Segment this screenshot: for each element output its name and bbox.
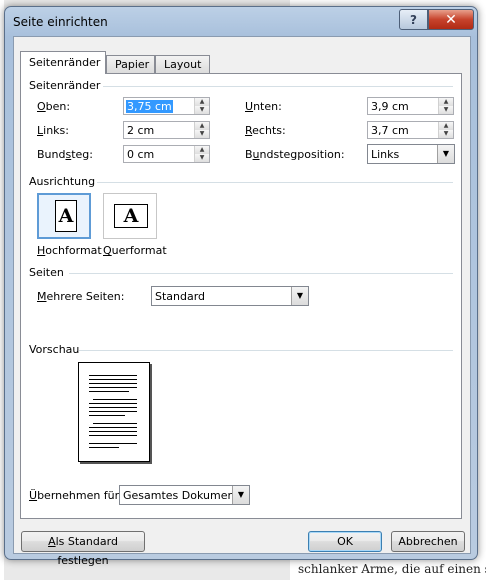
group-label-seiten: Seiten bbox=[29, 266, 64, 279]
chevron-down-icon[interactable]: ▼ bbox=[437, 145, 454, 163]
rechts-spinner[interactable]: 3,7 cm ▲ ▼ bbox=[367, 121, 454, 139]
divider bbox=[97, 182, 453, 183]
dialog-titlebar[interactable]: Seite einrichten ? ✕ bbox=[5, 7, 477, 33]
mehrere-seiten-value: Standard bbox=[155, 290, 206, 303]
label-mehrere-seiten: Mehrere Seiten: bbox=[37, 290, 125, 303]
chevron-down-icon[interactable]: ▼ bbox=[232, 486, 249, 504]
page-setup-dialog: Seite einrichten ? ✕ Seitenränder Papier… bbox=[4, 6, 478, 567]
background-document-text: schlanker Arme, die auf einen sta bbox=[298, 562, 486, 576]
tab-layout[interactable]: Layout bbox=[155, 55, 210, 73]
cancel-label: Abbrechen bbox=[398, 535, 458, 548]
rechts-value[interactable]: 3,7 cm bbox=[371, 124, 409, 137]
ok-button[interactable]: OK bbox=[308, 531, 382, 552]
oben-spinner[interactable]: 3,75 cm ▲ ▼ bbox=[123, 97, 210, 115]
dialog-title: Seite einrichten bbox=[13, 15, 108, 29]
spin-down-icon[interactable]: ▼ bbox=[439, 106, 453, 114]
portrait-button[interactable]: A bbox=[37, 193, 91, 239]
landscape-label: Querformat bbox=[103, 244, 167, 257]
mehrere-seiten-select[interactable]: Standard ▼ bbox=[151, 286, 309, 306]
label-bundsteg: Bundsteg: bbox=[37, 148, 93, 161]
bundsteg-value[interactable]: 0 cm bbox=[127, 148, 154, 161]
group-label-seitenraender: Seitenränder bbox=[29, 79, 101, 92]
spin-down-icon[interactable]: ▼ bbox=[439, 130, 453, 138]
help-button[interactable]: ? bbox=[399, 9, 428, 30]
close-icon: ✕ bbox=[445, 11, 457, 28]
links-value[interactable]: 2 cm bbox=[127, 124, 154, 137]
unten-spinner[interactable]: 3,9 cm ▲ ▼ bbox=[367, 97, 454, 115]
tab-seitenraender[interactable]: Seitenränder bbox=[20, 51, 106, 74]
spin-down-icon[interactable]: ▼ bbox=[195, 154, 209, 162]
group-label-ausrichtung: Ausrichtung bbox=[29, 175, 96, 188]
bundstegposition-value: Links bbox=[371, 148, 400, 161]
portrait-page-icon: A bbox=[55, 200, 77, 232]
unten-value[interactable]: 3,9 cm bbox=[371, 100, 409, 113]
portrait-label: Hochformat bbox=[37, 244, 102, 257]
dialog-client-area: Seitenränder Papier Layout Seitenränder … bbox=[13, 36, 471, 567]
bundstegposition-select[interactable]: Links ▼ bbox=[367, 144, 455, 164]
apply-to-select[interactable]: Gesamtes Dokument ▼ bbox=[119, 485, 250, 505]
spin-down-icon[interactable]: ▼ bbox=[195, 106, 209, 114]
group-label-vorschau: Vorschau bbox=[29, 343, 80, 356]
set-default-button[interactable]: Als Standard festlegen bbox=[21, 531, 145, 567]
label-bundstegposition: Bundstegposition: bbox=[245, 148, 345, 161]
landscape-button[interactable]: A bbox=[103, 193, 157, 239]
label-oben: Oben: bbox=[37, 100, 71, 113]
cancel-button[interactable]: Abbrechen bbox=[391, 531, 465, 552]
bundsteg-spinner[interactable]: 0 cm ▲ ▼ bbox=[123, 145, 210, 163]
set-default-label: Als Standard festlegen bbox=[48, 535, 118, 567]
spin-down-icon[interactable]: ▼ bbox=[195, 130, 209, 138]
preview-page bbox=[78, 362, 150, 462]
label-uebernehmen: Übernehmen für: bbox=[29, 489, 123, 502]
chevron-down-icon[interactable]: ▼ bbox=[291, 287, 308, 305]
landscape-page-icon: A bbox=[114, 204, 148, 228]
divider bbox=[69, 273, 453, 274]
divider bbox=[103, 86, 453, 87]
tab-papier[interactable]: Papier bbox=[106, 55, 155, 73]
label-rechts: Rechts: bbox=[245, 124, 286, 137]
apply-to-value: Gesamtes Dokument bbox=[123, 489, 239, 502]
label-unten: Unten: bbox=[245, 100, 282, 113]
divider bbox=[79, 350, 453, 351]
links-spinner[interactable]: 2 cm ▲ ▼ bbox=[123, 121, 210, 139]
label-links: Links: bbox=[37, 124, 69, 137]
ok-label: OK bbox=[337, 535, 353, 548]
help-icon: ? bbox=[410, 12, 417, 27]
close-button[interactable]: ✕ bbox=[428, 9, 474, 30]
oben-value[interactable]: 3,75 cm bbox=[126, 100, 173, 113]
